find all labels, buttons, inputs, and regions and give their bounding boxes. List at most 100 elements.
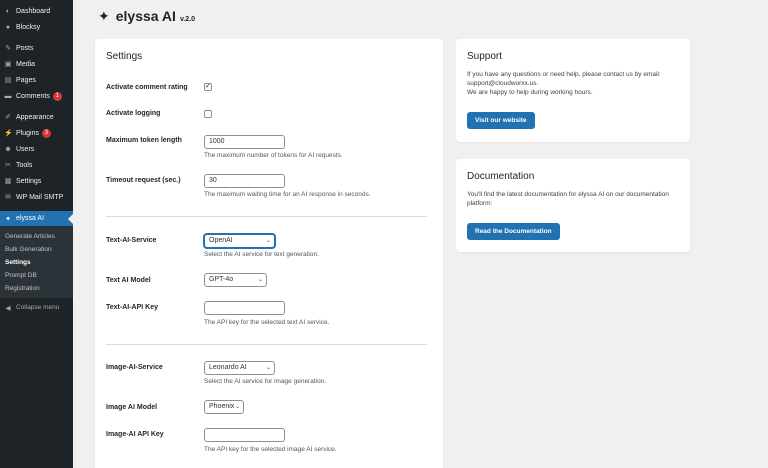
image-model-value: Phoenix: [209, 403, 235, 410]
timeout-label: Timeout request (sec.): [106, 177, 181, 184]
sidebar-item-tools[interactable]: ✂ Tools: [0, 159, 73, 172]
sidebar-item-settings[interactable]: ▦ Settings: [0, 175, 73, 188]
submenu-item-registration[interactable]: Registration: [5, 285, 40, 292]
support-title: Support: [467, 51, 503, 62]
blocksy-icon: ●: [5, 23, 11, 31]
collapse-menu-button[interactable]: ◀ Collapse menu: [0, 301, 73, 314]
max-token-desc: The maximum number of tokens for AI requ…: [204, 152, 343, 159]
image-service-label: Image-AI-Service: [106, 364, 163, 371]
sidebar-item-label: Posts: [16, 45, 34, 52]
comment-rating-checkbox[interactable]: [204, 82, 212, 91]
dashboard-icon: ◐: [5, 7, 11, 15]
sidebar-item-label: Blocksy: [16, 24, 41, 31]
image-api-key-desc: The API key for the selected image AI se…: [204, 446, 337, 453]
collapse-menu-label: Collapse menu: [16, 304, 60, 311]
submenu-item-prompt-db[interactable]: Prompt DB: [5, 272, 37, 279]
settings-panel: Settings Activate comment rating Activat…: [95, 39, 443, 468]
plugin-brand-name: elyssa AI: [115, 8, 176, 24]
plugins-count-badge: 3: [41, 129, 51, 138]
sidebar-item-label: Comments: [16, 93, 50, 100]
comment-rating-label: Activate comment rating: [106, 84, 188, 91]
comment-icon: ▬: [4, 92, 12, 100]
support-text-line1: If you have any questions or need help, …: [467, 71, 661, 78]
image-api-key-input[interactable]: [204, 428, 285, 442]
comments-count-badge: 1: [52, 92, 62, 101]
plugin-header: ✦ elyssa AI v.2.0: [98, 8, 195, 25]
text-service-select[interactable]: OpenAI ⌄: [204, 234, 275, 248]
chevron-down-icon: ⌄: [265, 365, 271, 371]
text-service-value: OpenAI: [209, 237, 233, 244]
mail-icon: ✉: [5, 193, 11, 201]
max-token-label: Maximum token length: [106, 137, 182, 144]
image-api-key-label: Image-AI API Key: [106, 431, 164, 438]
sidebar-item-label: Appearance: [16, 114, 54, 121]
sidebar-item-label: Users: [16, 146, 35, 153]
settings-icon: ▦: [4, 177, 12, 185]
sidebar-item-label: Tools: [16, 162, 33, 169]
timeout-input[interactable]: 30: [204, 174, 285, 188]
read-documentation-button[interactable]: Read the Documentation: [467, 223, 560, 240]
support-panel: Support If you have any questions or nee…: [456, 39, 690, 142]
timeout-desc: The maximum waiting time for an AI respo…: [204, 191, 371, 198]
users-icon: ☻: [4, 145, 12, 153]
section-divider: [106, 344, 427, 345]
sidebar-item-label: Plugins: [16, 130, 39, 137]
plugins-icon: ⚡: [4, 129, 13, 137]
sidebar-item-plugins[interactable]: ⚡ Plugins 3: [0, 127, 73, 140]
text-api-key-desc: The API key for the selected text AI ser…: [204, 319, 330, 326]
sidebar-item-media[interactable]: ▣ Media: [0, 58, 73, 71]
logging-checkbox[interactable]: [204, 110, 212, 118]
text-api-key-input[interactable]: [204, 301, 285, 315]
support-email: support@cloudworxx.us.: [467, 80, 539, 87]
max-token-input[interactable]: 1000: [204, 135, 285, 149]
sidebar-item-blocksy[interactable]: ● Blocksy: [0, 21, 73, 34]
image-model-select[interactable]: Phoenix ⌄: [204, 400, 244, 414]
sidebar-item-pages[interactable]: ▤ Pages: [0, 74, 73, 87]
text-model-value: GPT-4o: [209, 276, 234, 283]
image-service-value: Leonardo AI: [209, 364, 247, 371]
submenu-item-bulk-generation[interactable]: Bulk Generation: [5, 246, 52, 253]
submenu-item-generate-articles[interactable]: Generate Articles: [5, 233, 55, 240]
text-model-select[interactable]: GPT-4o ⌄: [204, 273, 267, 287]
support-text-line3: We are happy to help during working hour…: [467, 89, 593, 96]
collapse-icon: ◀: [5, 304, 11, 312]
sidebar-item-wp-mail-smtp[interactable]: ✉ WP Mail SMTP: [0, 191, 73, 204]
plugin-version: v.2.0: [179, 16, 195, 23]
sparkle-icon: ✦: [5, 215, 11, 223]
documentation-text-line2: platform:: [467, 200, 493, 207]
chevron-down-icon: ⌄: [265, 238, 271, 244]
sidebar-item-users[interactable]: ☻ Users: [0, 143, 73, 156]
image-service-desc: Select the AI service for image generati…: [204, 378, 327, 385]
sidebar-item-dashboard[interactable]: ◐ Dashboard: [0, 5, 73, 18]
sidebar-item-comments[interactable]: ▬ Comments 1: [0, 90, 73, 103]
sidebar-item-label: Pages: [16, 77, 36, 84]
sidebar-item-appearance[interactable]: ✐ Appearance: [0, 111, 73, 124]
pages-icon: ▤: [4, 76, 12, 84]
active-indicator-arrow: [68, 214, 73, 224]
sidebar-item-label: Media: [16, 61, 36, 68]
logging-label: Activate logging: [106, 110, 161, 117]
settings-title: Settings: [106, 51, 143, 62]
visit-website-button[interactable]: Visit our website: [467, 112, 535, 129]
sparkle-icon: ✦: [98, 8, 110, 24]
chevron-down-icon: ⌄: [257, 277, 263, 283]
image-model-label: Image AI Model: [106, 404, 158, 411]
appearance-icon: ✐: [5, 113, 11, 121]
submenu-item-settings[interactable]: Settings: [5, 259, 31, 266]
text-service-desc: Select the AI service for text generatio…: [204, 251, 319, 258]
documentation-text-line1: You'll find the latest documentation for…: [467, 191, 669, 198]
text-api-key-label: Text-AI-API Key: [106, 304, 158, 311]
text-service-label: Text-AI-Service: [106, 237, 157, 244]
sidebar-submenu: Generate Articles Bulk Generation Settin…: [0, 226, 73, 298]
sidebar-item-posts[interactable]: ✎ Posts: [0, 42, 73, 55]
sidebar-item-label: Settings: [16, 178, 42, 185]
section-divider: [106, 216, 427, 217]
sidebar-item-label: elyssa AI: [16, 215, 45, 222]
text-model-label: Text AI Model: [106, 277, 151, 284]
admin-sidebar: ◐ Dashboard ● Blocksy ✎ Posts ▣ Media ▤ …: [0, 0, 73, 468]
sidebar-item-elyssa-ai[interactable]: ✦ elyssa AI: [0, 211, 73, 226]
image-service-select[interactable]: Leonardo AI ⌄: [204, 361, 275, 375]
chevron-down-icon: ⌄: [234, 404, 240, 410]
sidebar-item-label: WP Mail SMTP: [16, 194, 64, 201]
media-icon: ▣: [4, 60, 12, 68]
